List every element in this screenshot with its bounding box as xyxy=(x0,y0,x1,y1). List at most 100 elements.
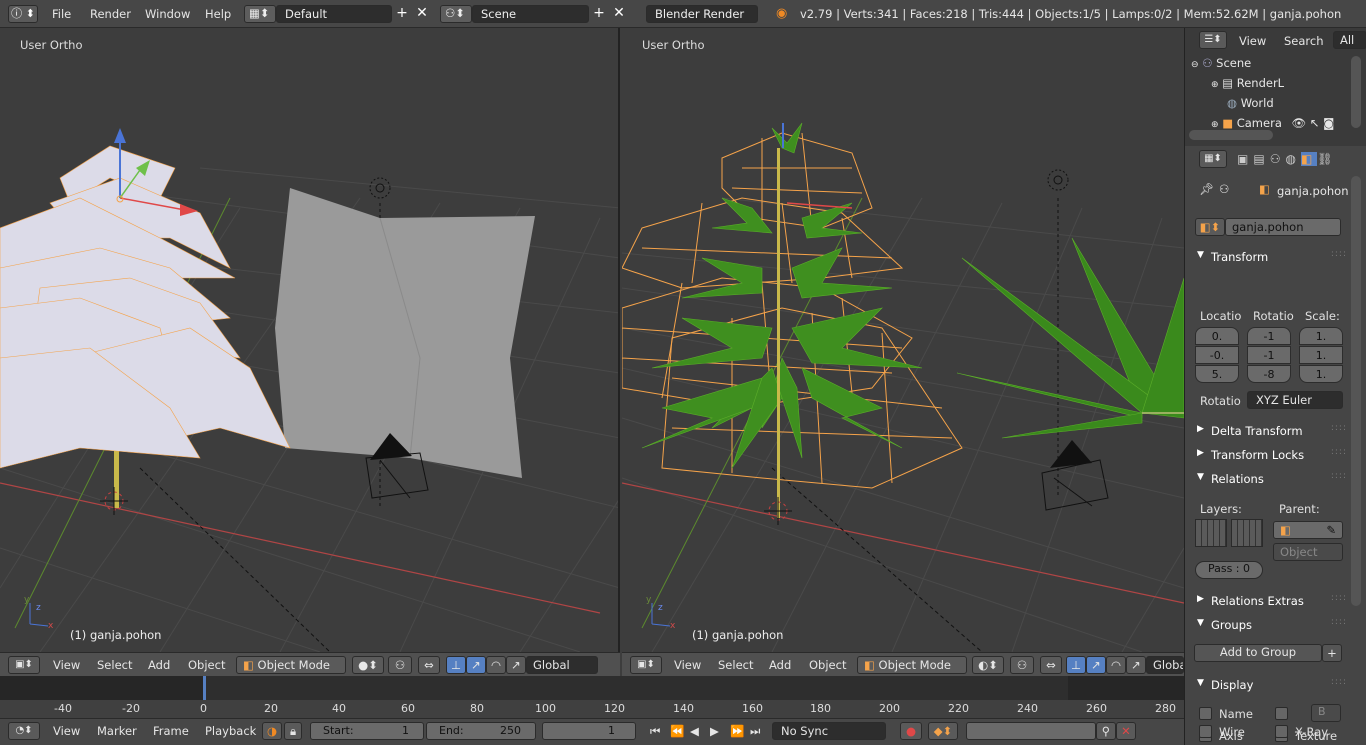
constraints-tab-icon[interactable]: ⛓ xyxy=(1317,152,1337,166)
location-x-field[interactable]: 0. xyxy=(1195,327,1239,345)
object-tab-icon[interactable]: ◧ xyxy=(1300,152,1318,166)
viewport-left[interactable]: y z x User Ortho (1) ganja.pohon xyxy=(0,28,620,652)
scale-z-field[interactable]: 1. xyxy=(1299,365,1343,383)
lock-icon[interactable]: 🔒︎ xyxy=(284,722,302,740)
outliner-item-camera[interactable]: ⊕ ■ Camera 👁︎ ↖ ◙ xyxy=(1211,116,1334,130)
header-menu-select[interactable]: Select xyxy=(718,658,753,672)
orientation-select[interactable]: Globa xyxy=(1146,656,1184,674)
jump-start-icon[interactable]: ⏮ xyxy=(650,724,660,739)
object-name-field[interactable]: ganja.pohon xyxy=(1225,218,1341,236)
timeline-menu-view[interactable]: View xyxy=(53,724,80,738)
drag-grip-icon[interactable]: :::: xyxy=(1331,471,1347,481)
jump-end-icon[interactable]: ⏭ xyxy=(750,724,760,739)
end-frame-field[interactable]: End: 250 xyxy=(426,722,536,740)
orientation-select[interactable]: Global xyxy=(526,656,598,674)
timeline-menu-marker[interactable]: Marker xyxy=(97,724,137,738)
select-icon[interactable]: ↖ xyxy=(1310,116,1320,130)
drag-grip-icon[interactable]: :::: xyxy=(1331,593,1347,603)
outliner-scrollbar-h[interactable] xyxy=(1189,130,1273,140)
panel-display-header[interactable]: ▼ Display:::: xyxy=(1187,674,1353,696)
eyedropper-icon[interactable]: ✎ xyxy=(1326,523,1336,537)
layers-tab-icon[interactable]: ▤ xyxy=(1253,152,1269,166)
mode-select[interactable]: ◧ Object Mode xyxy=(236,656,346,674)
panel-groups-header[interactable]: ▼ Groups:::: xyxy=(1187,614,1353,636)
mode-select[interactable]: ◧ Object Mode xyxy=(857,656,967,674)
outliner-item-world[interactable]: ◍ World xyxy=(1227,96,1274,110)
preview-range-icon[interactable]: ◑ xyxy=(262,722,282,740)
render-icon[interactable]: ◙ xyxy=(1323,116,1334,130)
display-name-checkbox[interactable] xyxy=(1199,707,1212,720)
manipulator-toggle-icon[interactable]: ⇔ xyxy=(1040,656,1062,674)
rotate-icon[interactable]: ↗ xyxy=(1086,656,1106,674)
keying-set-field[interactable] xyxy=(966,722,1096,740)
parent-type-select[interactable]: Object xyxy=(1273,543,1343,561)
properties-scrollbar[interactable] xyxy=(1351,176,1361,606)
timeline-track[interactable] xyxy=(0,676,1184,700)
transform-icon[interactable]: ↗ xyxy=(506,656,526,674)
outliner-menu-view[interactable]: View xyxy=(1239,34,1266,48)
display-bounds-checkbox[interactable] xyxy=(1275,707,1288,720)
visibility-icon[interactable]: 👁︎ xyxy=(1292,116,1307,130)
menu-window[interactable]: Window xyxy=(145,7,190,21)
render-engine-select[interactable]: Blender Render xyxy=(646,5,758,23)
bounds-type-select[interactable]: B xyxy=(1311,704,1341,722)
pivot-select[interactable]: ⚇ xyxy=(1010,656,1034,674)
manipulator-toggle-icon[interactable]: ⇔ xyxy=(418,656,440,674)
display-wire-checkbox[interactable] xyxy=(1199,725,1212,738)
rotation-x-field[interactable]: -1 xyxy=(1247,327,1291,345)
scene-field[interactable]: Scene xyxy=(472,5,589,23)
location-y-field[interactable]: -0. xyxy=(1195,346,1239,364)
play-reverse-icon[interactable]: ◀ xyxy=(690,724,699,738)
keying-set-icon[interactable]: ◆⬍ xyxy=(928,722,958,740)
object-type-icon[interactable]: ◧⬍ xyxy=(1195,218,1225,236)
drag-grip-icon[interactable]: :::: xyxy=(1331,617,1347,627)
header-menu-add[interactable]: Add xyxy=(769,658,791,672)
outliner-filter-select[interactable]: All Sc xyxy=(1333,31,1366,49)
delete-keyframe-icon[interactable]: ✕ xyxy=(1116,722,1136,740)
translate-icon[interactable]: ⊥ xyxy=(446,656,466,674)
timeline-menu-frame[interactable]: Frame xyxy=(153,724,189,738)
menu-file[interactable]: File xyxy=(52,7,71,21)
current-frame-marker[interactable] xyxy=(203,676,206,700)
sync-select[interactable]: No Sync xyxy=(772,722,886,740)
outliner-item-renderlayers[interactable]: ⊕ ▤ RenderL xyxy=(1211,76,1284,90)
menu-help[interactable]: Help xyxy=(205,7,231,21)
add-to-group-button[interactable]: Add to Group xyxy=(1194,644,1322,662)
scale-icon[interactable]: ◠ xyxy=(1106,656,1126,674)
shading-select[interactable]: ●⬍ xyxy=(352,656,384,674)
close-scene-icon[interactable]: ✕ xyxy=(609,5,629,23)
outliner-editor-icon[interactable]: ☰⬍ xyxy=(1199,31,1227,49)
insert-keyframe-icon[interactable]: ⚲ xyxy=(1096,722,1116,740)
header-menu-view[interactable]: View xyxy=(53,658,80,672)
layout-icon-button[interactable]: ▦⬍ xyxy=(244,5,276,23)
header-menu-object[interactable]: Object xyxy=(809,658,846,672)
drag-grip-icon[interactable]: :::: xyxy=(1331,423,1347,433)
scale-x-field[interactable]: 1. xyxy=(1299,327,1343,345)
timeline-menu-playback[interactable]: Playback xyxy=(205,724,256,738)
record-icon[interactable]: ● xyxy=(900,722,922,740)
timeline[interactable]: -40 -20 0 20 40 60 80 100 120 140 160 18… xyxy=(0,676,1184,718)
transform-icon[interactable]: ↗ xyxy=(1126,656,1146,674)
viewport-right[interactable]: y z x User Ortho (1) ganja.pohon xyxy=(622,28,1184,652)
info-editor-icon[interactable]: ⓘ ⬍ xyxy=(8,5,38,23)
rotation-y-field[interactable]: -1 xyxy=(1247,346,1291,364)
layer-grid-a[interactable] xyxy=(1195,519,1227,547)
rotate-icon[interactable]: ↗ xyxy=(466,656,486,674)
header-menu-add[interactable]: Add xyxy=(148,658,170,672)
pivot-select[interactable]: ⚇ xyxy=(388,656,412,674)
menu-render[interactable]: Render xyxy=(90,7,131,21)
editor-type-icon[interactable]: ◔⬍ xyxy=(8,722,40,740)
jump-keyframe-back-icon[interactable]: ⏪ xyxy=(670,724,684,738)
panel-delta-transform-header[interactable]: ▶ Delta Transform:::: xyxy=(1187,420,1353,442)
scene-tab-icon[interactable]: ⚇ xyxy=(1270,152,1286,166)
shading-select[interactable]: ◐⬍ xyxy=(972,656,1004,674)
header-menu-object[interactable]: Object xyxy=(188,658,225,672)
add-scene-icon[interactable]: + xyxy=(589,5,609,23)
panel-relations-header[interactable]: ▼ Relations:::: xyxy=(1187,468,1353,490)
pass-index-field[interactable]: Pass : 0 xyxy=(1195,561,1263,579)
add-group-plus-icon[interactable]: + xyxy=(1322,644,1342,662)
outliner-menu-search[interactable]: Search xyxy=(1284,34,1324,48)
properties-editor-icon[interactable]: ▦⬍ xyxy=(1199,150,1227,168)
editor-type-icon[interactable]: ▣⬍ xyxy=(630,656,662,674)
outliner-item-scene[interactable]: ⊖ ⚇ Scene xyxy=(1191,56,1251,70)
